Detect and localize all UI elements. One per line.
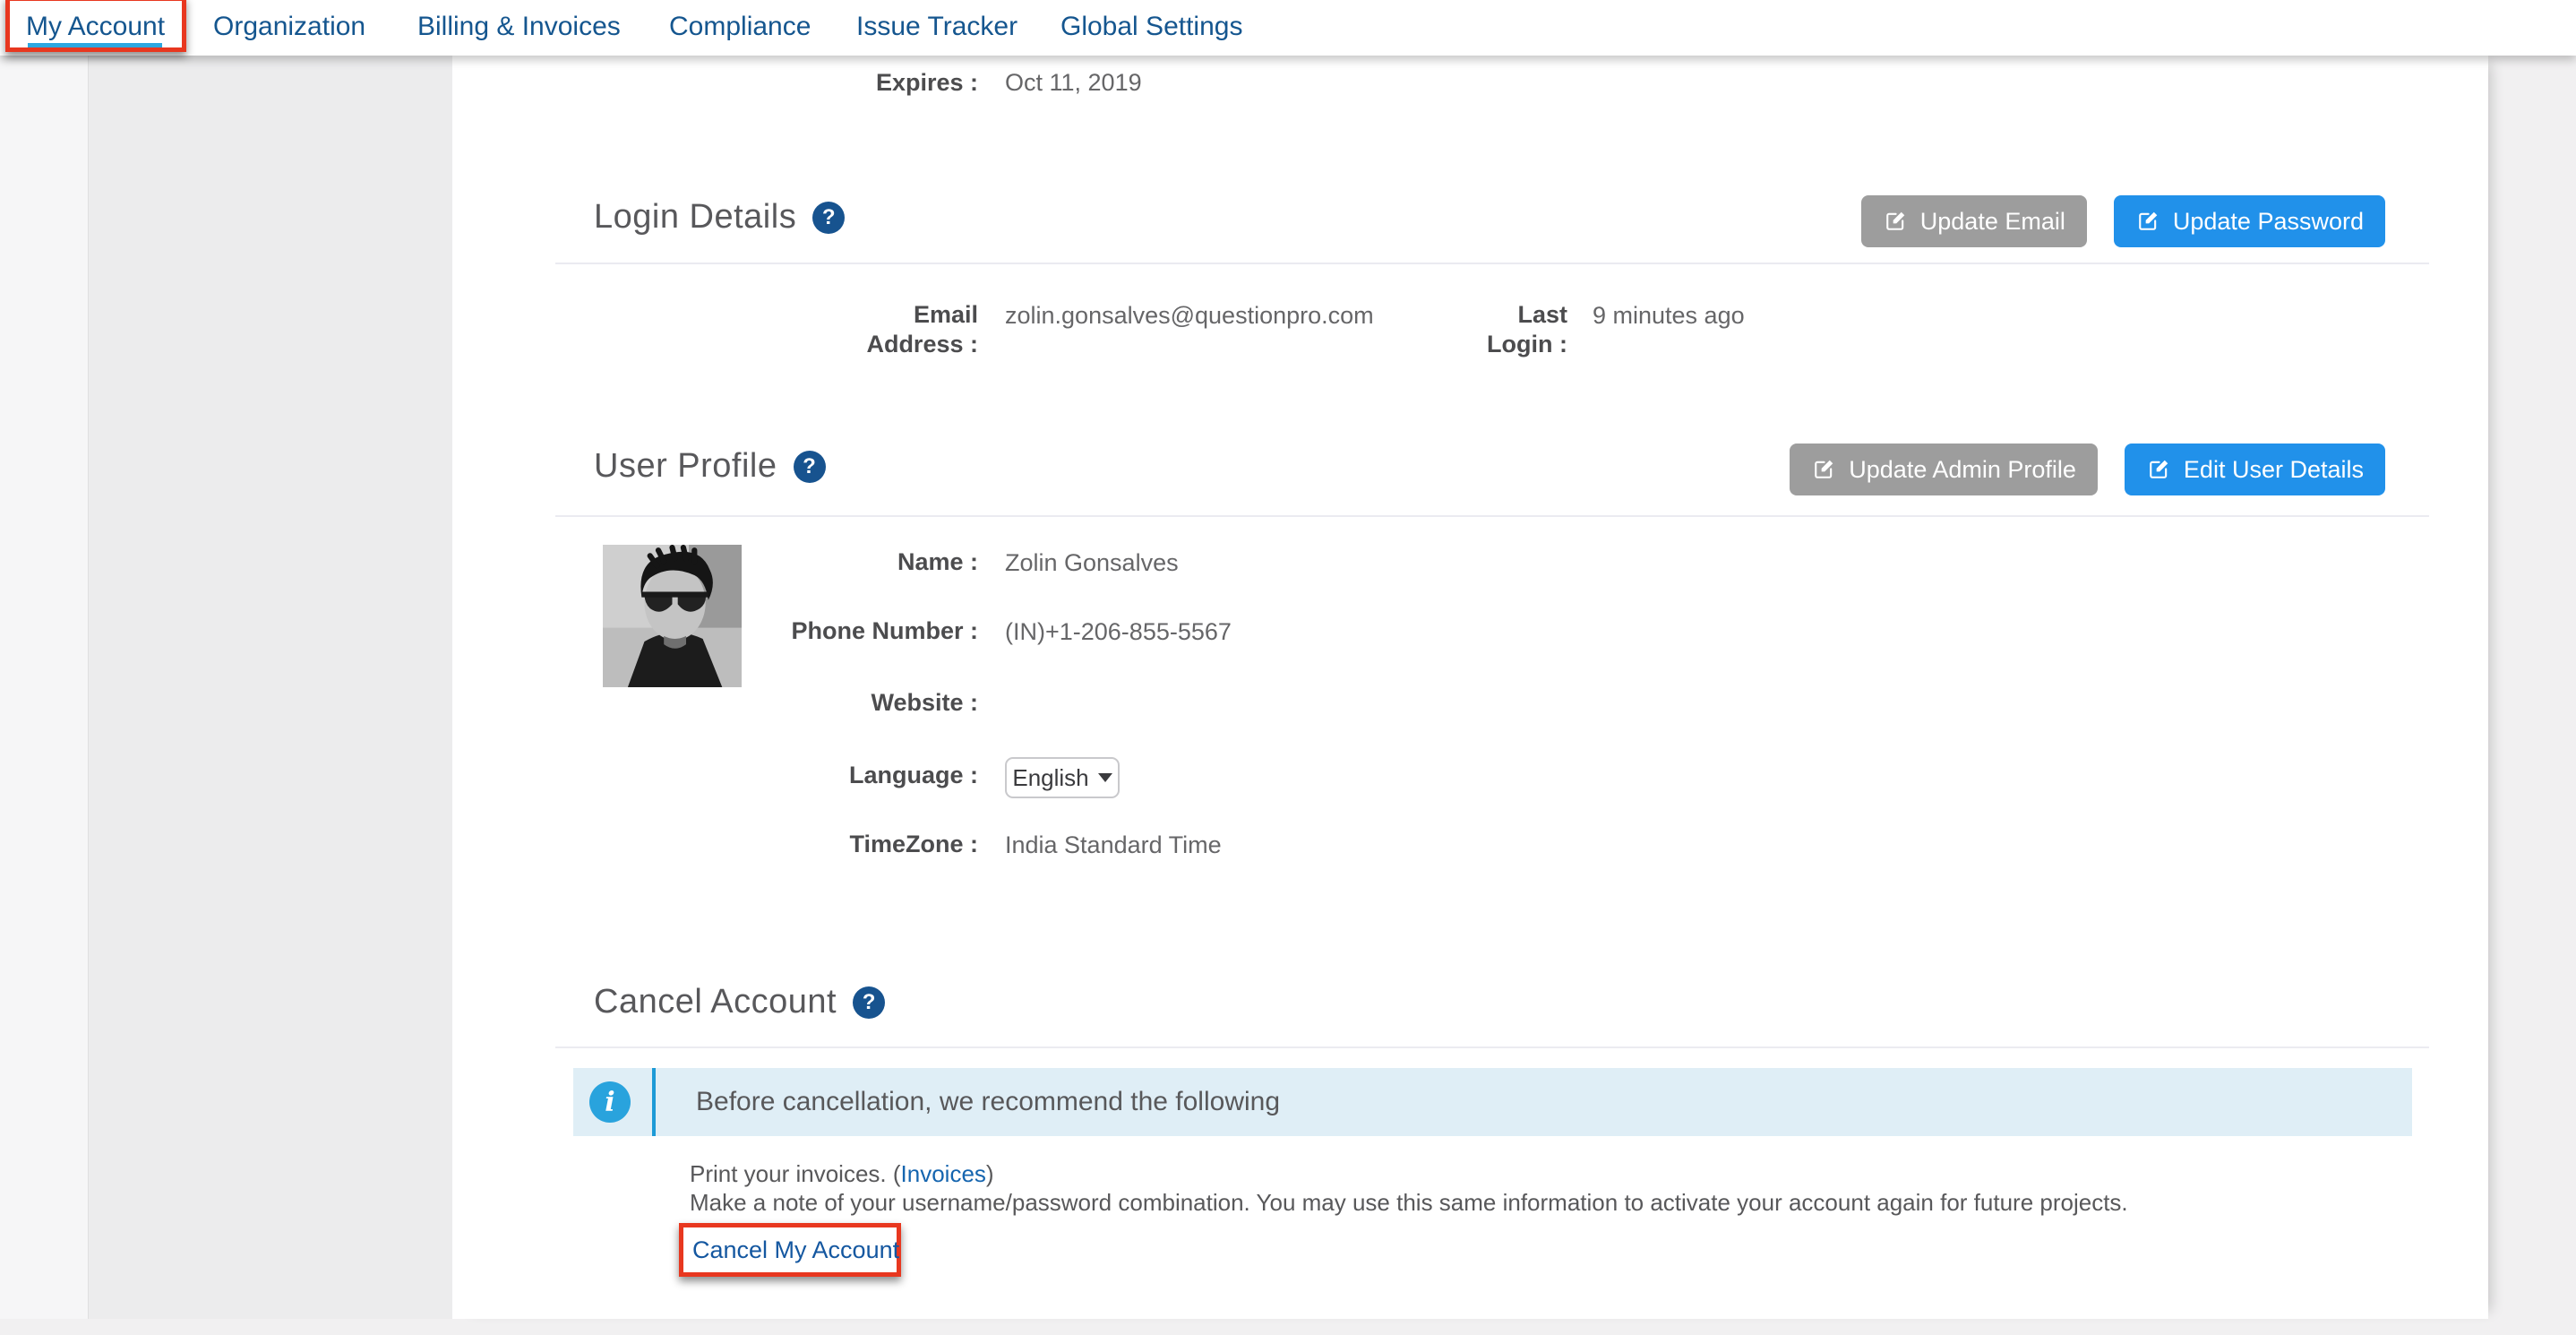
tab-billing-invoices[interactable]: Billing & Invoices: [417, 0, 621, 56]
cancel-account-title: Cancel Account: [594, 983, 837, 1021]
login-details-actions: Update Email Update Password: [1861, 195, 2385, 247]
user-profile-actions: Update Admin Profile Edit User Details: [1790, 444, 2385, 495]
phone-number-value: (IN)+1-206-855-5567: [1005, 617, 1232, 647]
name-label: Name :: [709, 547, 978, 577]
print-invoices-line: Print your invoices. (Invoices): [690, 1159, 994, 1188]
print-invoices-text: Print your invoices. (: [690, 1160, 901, 1187]
user-profile-title: User Profile: [594, 447, 777, 486]
update-password-button[interactable]: Update Password: [2114, 195, 2385, 247]
phone-number-label: Phone Number :: [709, 616, 978, 646]
edit-icon: [1883, 209, 1908, 234]
info-banner: i Before cancellation, we recommend the …: [573, 1068, 2412, 1136]
tab-compliance[interactable]: Compliance: [669, 0, 811, 56]
info-icon: i: [589, 1081, 631, 1123]
website-label: Website :: [709, 688, 978, 718]
print-invoices-text-suffix: ): [986, 1160, 994, 1187]
caret-down-icon: [1098, 773, 1112, 782]
help-icon[interactable]: ?: [853, 986, 885, 1019]
user-profile-heading: User Profile ?: [594, 447, 826, 486]
edit-icon: [1811, 457, 1836, 482]
email-address-label: Email Address :: [853, 300, 978, 359]
edit-user-details-button[interactable]: Edit User Details: [2125, 444, 2385, 495]
help-icon[interactable]: ?: [794, 451, 826, 483]
timezone-value: India Standard Time: [1005, 831, 1222, 860]
help-icon[interactable]: ?: [812, 202, 845, 234]
annotation-highlight-cancel-account: Cancel My Account: [679, 1223, 901, 1277]
top-navbar: My Account Organization Billing & Invoic…: [0, 0, 2576, 56]
section-divider: [555, 515, 2429, 517]
settings-sidebar: [88, 56, 452, 1319]
edit-icon: [2146, 457, 2171, 482]
screen: My Account Organization Billing & Invoic…: [0, 0, 2576, 1335]
last-login-value: 9 minutes ago: [1593, 301, 1745, 331]
language-dropdown-value: English: [1012, 764, 1088, 792]
tab-issue-tracker[interactable]: Issue Tracker: [856, 0, 1018, 56]
tab-global-settings[interactable]: Global Settings: [1060, 0, 1242, 56]
info-banner-divider: [652, 1068, 656, 1136]
annotation-highlight-my-account-tab: [5, 0, 186, 52]
login-details-title: Login Details: [594, 198, 796, 237]
cancel-my-account-link[interactable]: Cancel My Account: [692, 1236, 899, 1264]
last-login-label: Last Login :: [1460, 300, 1567, 359]
email-address-value: zolin.gonsalves@questionpro.com: [1005, 301, 1374, 331]
timezone-label: TimeZone :: [709, 830, 978, 859]
edit-icon: [2135, 209, 2160, 234]
info-banner-text: Before cancellation, we recommend the fo…: [696, 1068, 1280, 1136]
page-left-gutter: [0, 56, 88, 1319]
expires-value: Oct 11, 2019: [1005, 68, 1142, 98]
name-value: Zolin Gonsalves: [1005, 548, 1179, 578]
tab-organization[interactable]: Organization: [213, 0, 365, 56]
language-dropdown[interactable]: English: [1005, 757, 1120, 798]
expires-label: Expires :: [709, 68, 978, 98]
username-password-note: Make a note of your username/password co…: [690, 1188, 2128, 1217]
section-divider: [555, 1046, 2429, 1048]
update-email-button[interactable]: Update Email: [1861, 195, 2087, 247]
language-label: Language :: [709, 761, 978, 790]
cancel-account-heading: Cancel Account ?: [594, 983, 885, 1021]
invoices-link[interactable]: Invoices: [901, 1160, 986, 1187]
update-admin-profile-button[interactable]: Update Admin Profile: [1790, 444, 2098, 495]
section-divider: [555, 263, 2429, 264]
login-details-heading: Login Details ?: [594, 198, 845, 237]
